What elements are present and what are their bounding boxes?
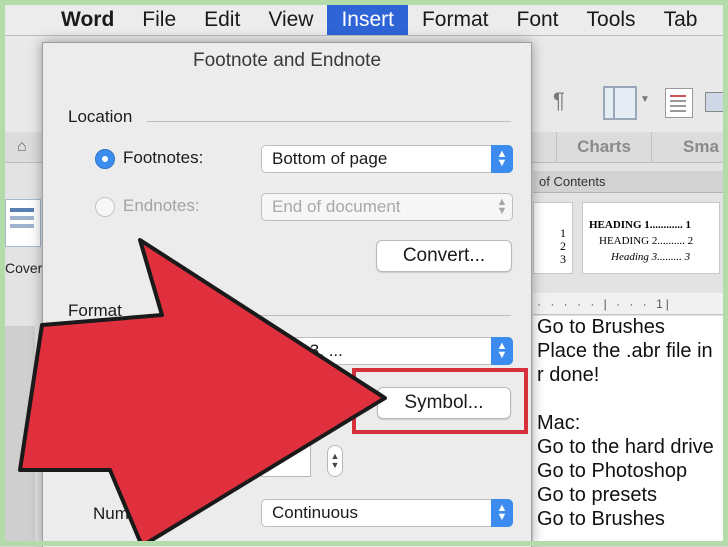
footnotes-label: Footnotes: <box>123 148 204 167</box>
toc-style-card[interactable]: HEADING 1............ 1 HEADING 2.......… <box>582 202 720 274</box>
format-section-label: Format <box>68 301 122 320</box>
image-icon[interactable] <box>705 92 725 112</box>
toc-entry: Heading 3......... 3 <box>611 251 691 263</box>
vertical-ruler <box>5 326 35 541</box>
start-at-label: Start at: <box>93 453 153 472</box>
chevron-down-icon[interactable]: ▼ <box>640 94 650 105</box>
document-line: Go to presets <box>537 484 658 506</box>
custom-mark-label: Custom mark: <box>93 398 199 417</box>
updown-chevron-icon: ▲ ▼ <box>491 499 513 527</box>
document-line: Go to Brushes <box>537 508 665 530</box>
location-section-label: Location <box>68 107 133 126</box>
updown-chevron-icon: ▲ ▼ <box>491 337 513 365</box>
location-divider <box>147 121 511 122</box>
numbering-label: Numbering: <box>93 504 181 523</box>
updown-chevron-icon: ▲ ▼ <box>496 196 508 217</box>
menu-insert[interactable]: Insert <box>327 5 408 35</box>
menu-view[interactable]: View <box>254 5 327 35</box>
tab-charts[interactable]: Charts <box>556 132 652 162</box>
symbol-button-highlight <box>352 368 528 434</box>
toc-entry: HEADING 1............ 1 <box>589 219 692 231</box>
document-line: Mac: <box>537 412 581 434</box>
footnotes-position-select[interactable]: Bottom of page ▲ ▼ <box>261 145 513 173</box>
numbering-select[interactable]: Continuous ▲ ▼ <box>261 499 513 527</box>
endnotes-position-value: End of document <box>272 197 401 216</box>
footnotes-radio[interactable] <box>95 149 115 169</box>
menu-edit[interactable]: Edit <box>190 5 254 35</box>
toc-number: 3 <box>560 252 566 266</box>
toc-gallery-label: of Contents <box>533 171 723 193</box>
layout-grid-icon[interactable] <box>603 86 637 120</box>
dialog-title: Footnote and Endnote <box>192 50 382 71</box>
endnotes-radio[interactable] <box>95 197 115 217</box>
menu-tools[interactable]: Tools <box>573 5 650 35</box>
menu-file[interactable]: File <box>128 5 190 35</box>
endnotes-position-select[interactable]: End of document ▲ ▼ <box>261 193 513 221</box>
number-format-value: 1, 2, 3, ... <box>272 341 343 360</box>
footnote-endnote-dialog: Footnote and Endnote Location Footnotes:… <box>42 42 532 547</box>
cover-page-icon[interactable] <box>5 199 41 247</box>
document-line: Go to Brushes <box>537 316 665 338</box>
start-at-stepper[interactable]: ▲ ▼ <box>327 445 343 477</box>
updown-chevron-icon: ▲ ▼ <box>491 145 513 173</box>
cover-label: Cover <box>5 260 43 276</box>
footnotes-position-value: Bottom of page <box>272 149 388 168</box>
toc-entry: HEADING 2.......... 2 <box>599 235 694 247</box>
toc-style-card[interactable]: 1 2 3 <box>533 202 573 274</box>
menu-bar: Word File Edit View Insert Format Font T… <box>5 5 723 36</box>
menu-font[interactable]: Font <box>503 5 573 35</box>
convert-button[interactable]: Convert... <box>376 240 512 272</box>
document-line: Go to the hard drive <box>537 436 714 458</box>
pilcrow-icon[interactable]: ¶ <box>553 88 565 114</box>
document-page[interactable]: Go to Brushes Place the .abr file in r d… <box>533 316 723 541</box>
home-icon[interactable]: ⌂ <box>17 138 27 156</box>
tab-smartart[interactable]: Sma <box>683 132 719 162</box>
endnotes-label: Endnotes: <box>123 196 200 215</box>
document-line: Go to Photoshop <box>537 460 688 482</box>
menu-format[interactable]: Format <box>408 5 503 35</box>
menu-table[interactable]: Tab <box>650 5 712 35</box>
horizontal-ruler: · · · · · | · · · 1| <box>533 293 723 315</box>
document-icon[interactable] <box>665 88 693 118</box>
document-line: r done! <box>537 364 600 386</box>
format-divider <box>135 315 511 316</box>
menu-word[interactable]: Word <box>47 5 128 35</box>
numbering-value: Continuous <box>272 503 359 522</box>
start-at-field[interactable]: 1 <box>261 445 311 477</box>
number-format-select[interactable]: 1, 2, 3, ... ▲ ▼ <box>261 337 513 365</box>
document-line: Place the .abr file in <box>537 340 713 362</box>
